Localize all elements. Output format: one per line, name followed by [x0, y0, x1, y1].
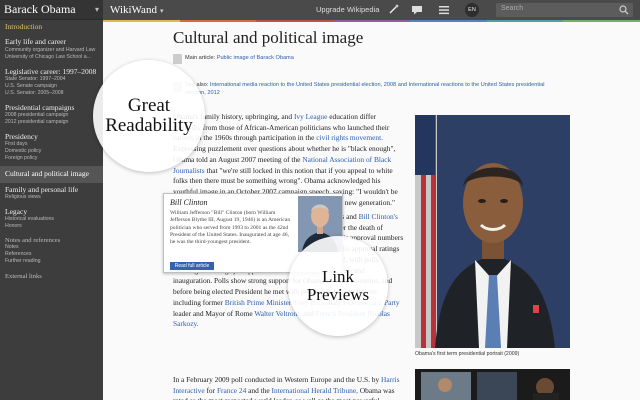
secondary-photo[interactable] [415, 369, 570, 400]
sidebar-subsection[interactable]: Domestic policy [5, 148, 98, 155]
sidebar-subsection[interactable]: Further reading [5, 258, 98, 265]
sidebar-section[interactable]: Family and personal life Religious views [0, 183, 103, 205]
sidebar-subsection[interactable]: Foreign policy [5, 155, 98, 162]
search-icon[interactable] [619, 5, 629, 15]
sidebar-header[interactable]: Barack Obama ▾ [0, 0, 103, 20]
sidebar-section-title[interactable]: External links [5, 273, 98, 280]
sidebar-subsection[interactable]: 2012 presidential campaign [5, 119, 98, 126]
comment-icon[interactable] [411, 4, 423, 16]
sidebar-section[interactable]: Early life and career Community organizer… [0, 35, 103, 64]
section-heading: Cultural and political image [173, 28, 364, 47]
sidebar-subsection[interactable]: University of Chicago Law School a... [5, 54, 98, 61]
brand-label: WikiWand [110, 4, 157, 16]
search-input[interactable]: Search [496, 3, 633, 17]
inline-link[interactable]: British Prime Minister [225, 298, 292, 307]
sidebar-section[interactable]: Legislative career: 1997–2008 State Senat… [0, 65, 103, 101]
sidebar-subsection[interactable]: 2008 presidential campaign [5, 112, 98, 119]
sidebar-section[interactable]: Introduction [0, 20, 103, 35]
main-article-link[interactable]: Public image of Barack Obama [217, 55, 294, 61]
text-run: leader and Mayor of Rome [173, 308, 255, 318]
sidebar-section-title[interactable]: Presidential campaigns [5, 103, 98, 112]
sidebar-subsection[interactable]: State Senator: 1997–2004 [5, 76, 98, 83]
sidebar-subsection[interactable]: References [5, 251, 98, 258]
top-bar: WikiWand ▾ Upgrade Wikipedia EN Search [103, 0, 640, 20]
preview-summary: William Jefferson "Bill" Clinton (born W… [170, 210, 291, 246]
sidebar-section-title[interactable]: Notes and references [5, 237, 98, 244]
search-placeholder: Search [501, 5, 524, 12]
inline-link[interactable]: France 24 [217, 386, 246, 395]
sidebar-section-title[interactable]: Introduction [5, 22, 98, 31]
chevron-down-icon[interactable]: ▾ [95, 5, 99, 14]
sidebar-section-title[interactable]: Legislative career: 1997–2008 [5, 67, 98, 76]
language-button[interactable]: EN [465, 3, 479, 17]
sidebar-section[interactable]: Legacy Historical evaluations Honors [0, 205, 103, 234]
sidebar-subsection[interactable]: First days [5, 141, 98, 148]
sidebar-toc: Introduction Early life and career Communi… [0, 20, 103, 284]
sidebar-subsection[interactable]: Historical evaluations [5, 216, 98, 223]
inline-link[interactable]: International Herald Tribune, [272, 386, 358, 395]
main-article-note: Main article: Public image of Barack Oba… [185, 55, 405, 63]
sidebar-section-title[interactable]: Legacy [5, 207, 98, 216]
sidebar-subsection[interactable]: Community organizer and Harvard Law [5, 47, 98, 54]
see-also-note: See also: International media reaction t… [185, 82, 545, 97]
portrait-caption: Obama's first term presidential portrait… [415, 351, 520, 357]
sidebar-section-title[interactable]: Presidency [5, 132, 98, 141]
sidebar-subsection[interactable]: Religious views [5, 194, 98, 201]
sidebar-section-title[interactable]: Early life and career [5, 37, 98, 46]
obama-portrait-image[interactable] [415, 115, 570, 348]
sidebar-section[interactable]: Presidential campaigns 2008 presidential … [0, 101, 103, 130]
sidebar-section[interactable]: External links [0, 270, 103, 284]
sidebar-section[interactable]: Notes and references Notes References Furth… [0, 234, 103, 269]
upgrade-wikipedia-link[interactable]: Upgrade Wikipedia [316, 5, 379, 14]
sidebar-section-title[interactable]: Cultural and political image [5, 170, 98, 179]
sidebar: Barack Obama ▾ Introduction Early life an… [0, 0, 103, 400]
inline-link[interactable]: Bill Clinton's [359, 212, 398, 221]
chevron-down-icon: ▾ [159, 7, 164, 15]
main-article-prefix: Main article: [185, 55, 216, 61]
article-icon [173, 54, 182, 64]
bubble-line: Link [321, 267, 355, 287]
wikiwand-logo[interactable]: WikiWand ▾ [110, 4, 163, 16]
menu-icon[interactable] [438, 4, 450, 16]
great-readability-bubble: Great Readability [93, 60, 205, 172]
sidebar-section-title[interactable]: Family and personal life [5, 185, 98, 194]
preview-title: Bill Clinton [170, 198, 208, 207]
text-run: and the [246, 385, 272, 395]
sidebar-section[interactable]: Cultural and political image [0, 166, 103, 183]
text-run: In a February 2009 poll conducted in Wes… [173, 375, 382, 384]
bubble-line: Previews [306, 285, 370, 304]
inline-link[interactable]: Ivy League [294, 112, 327, 121]
sidebar-subsection[interactable]: Honors [5, 223, 98, 230]
inline-link[interactable]: civil rights movement. [316, 133, 383, 142]
link-previews-bubble: Link Previews [288, 236, 388, 336]
bubble-line: Great [127, 95, 171, 117]
text-run: for [204, 385, 217, 395]
paragraph: In a February 2009 poll conducted in Wes… [173, 375, 405, 400]
magic-wand-icon[interactable] [388, 3, 400, 15]
sidebar-section[interactable]: Presidency First days Domestic policy Forei… [0, 130, 103, 166]
sidebar-article-title: Barack Obama [4, 2, 76, 16]
sidebar-subsection[interactable]: U.S. Senate campaign [5, 83, 98, 90]
read-full-article-button[interactable]: Read full article [170, 262, 214, 270]
see-also-link[interactable]: International media reaction to the Unit… [185, 82, 544, 96]
bubble-line: Readability [105, 115, 193, 136]
sidebar-subsection[interactable]: Notes [5, 244, 98, 251]
sidebar-subsection[interactable]: U.S. Senator: 2005–2008 [5, 90, 98, 97]
